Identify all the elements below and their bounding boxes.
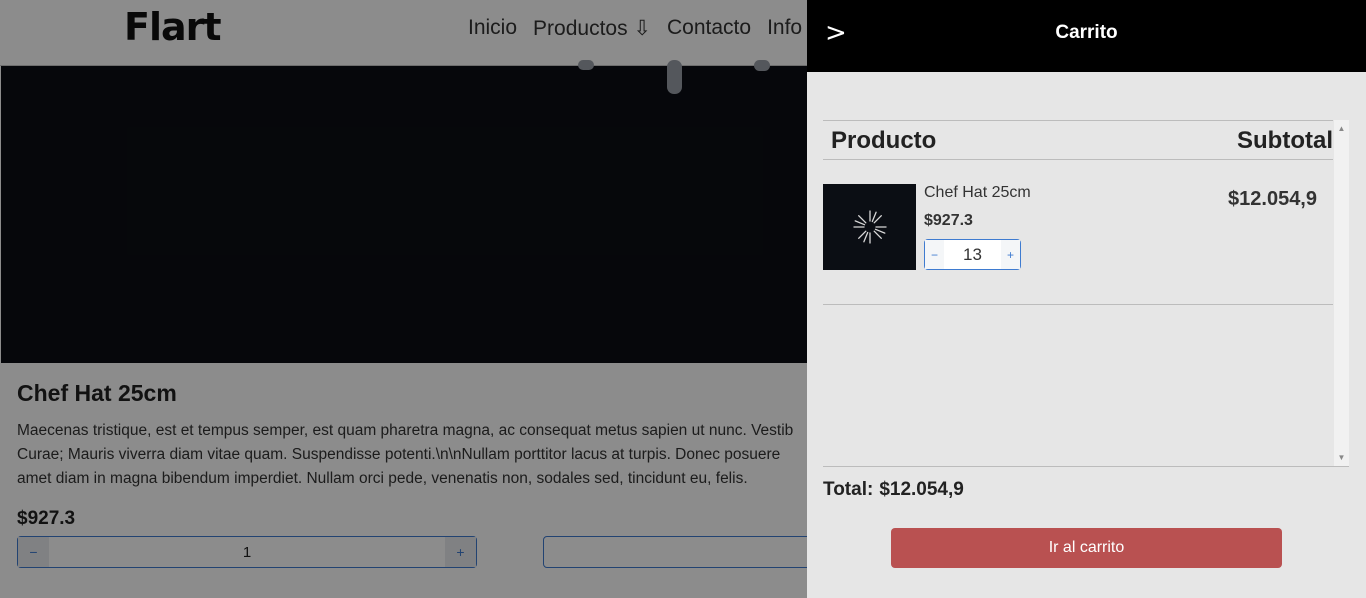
scroll-up-icon[interactable]: ▲ <box>1334 124 1349 133</box>
product-thumbnail <box>823 184 916 270</box>
total-label: Total: <box>823 479 874 500</box>
cart-increment-button[interactable]: + <box>1001 240 1020 269</box>
cart-item-row: Chef Hat 25cm $927.3 − 13 + $12.054,9 <box>823 160 1333 305</box>
total-value: $12.054,9 <box>879 479 964 500</box>
loading-spinner-icon <box>852 210 887 244</box>
cart-total: Total: $12.054,9 <box>823 479 964 501</box>
cart-item-quantity-stepper: − 13 + <box>924 239 1021 270</box>
cart-scrollbar[interactable]: ▲ ▼ <box>1334 120 1349 466</box>
cart-item-subtotal: $12.054,9 <box>1228 188 1317 210</box>
cart-item-name[interactable]: Chef Hat 25cm <box>924 184 1031 202</box>
cart-table-header: Producto Subtotal <box>823 121 1333 160</box>
column-product: Producto <box>831 127 937 154</box>
go-to-cart-button[interactable]: Ir al carrito <box>891 528 1282 568</box>
cart-table: Producto Subtotal Chef Hat 25cm $927.3 −… <box>823 120 1333 467</box>
cart-decrement-button[interactable]: − <box>925 240 944 269</box>
divider <box>823 466 1349 467</box>
cart-title: Carrito <box>1055 22 1118 43</box>
cart-drawer: > Carrito Producto Subtotal Chef Hat 25c… <box>807 0 1366 598</box>
cart-item-price: $927.3 <box>924 212 973 229</box>
cart-header: > Carrito <box>807 0 1366 72</box>
cart-quantity-value[interactable]: 13 <box>944 245 1001 265</box>
scroll-down-icon[interactable]: ▼ <box>1334 453 1349 462</box>
column-subtotal: Subtotal <box>1237 127 1333 154</box>
